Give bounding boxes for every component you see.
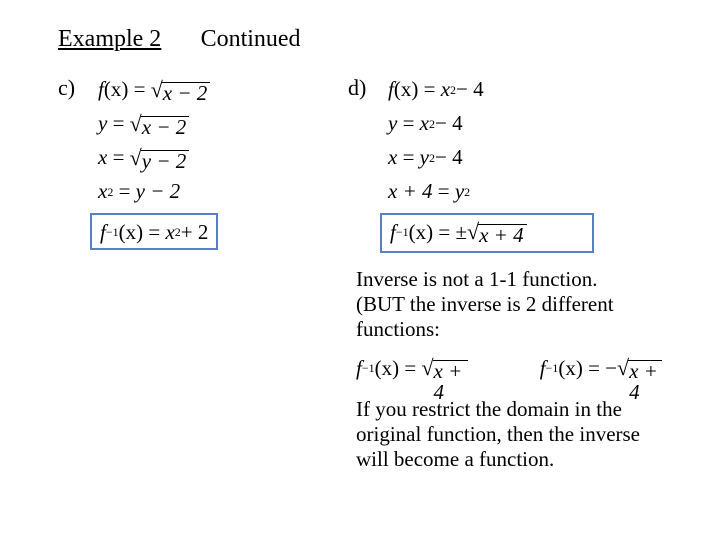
- c-line-1: f(x) = √x − 2: [98, 73, 338, 107]
- sqrt-icon: √x + 4: [421, 355, 467, 381]
- sqrt-icon: √x + 4: [617, 355, 662, 381]
- d-answer-box: f−1(x) = ± √x + 4: [380, 213, 594, 253]
- c-line-3: x = √y − 2: [98, 141, 338, 175]
- d-line-2: y = x2 − 4: [388, 107, 648, 141]
- slide: Example 2 Continued c) f(x) = √x − 2 y =…: [0, 0, 720, 472]
- d-line-4: x + 4 = y2: [388, 175, 648, 209]
- c-line-2: y = √x − 2: [98, 107, 338, 141]
- part-d-math: f(x) = x2 − 4 y = x2 − 4 x = y2 − 4 x + …: [388, 73, 648, 209]
- inverse-functions-row: f−1(x) = √x + 4 f−1(x) = − √x + 4: [356, 353, 662, 383]
- inverse-a: f−1(x) = √x + 4: [356, 353, 468, 383]
- sqrt-icon: √y − 2: [130, 137, 190, 179]
- note-1: Inverse is not a 1-1 function. (BUT the …: [356, 267, 632, 341]
- part-c-math: f(x) = √x − 2 y = √x − 2 x = √y − 2 x2 =…: [98, 73, 338, 209]
- example-label: Example 2: [58, 26, 161, 52]
- sqrt-icon: √x + 4: [467, 219, 527, 245]
- c-line-4: x2 = y − 2: [98, 175, 338, 209]
- inverse-b: f−1(x) = − √x + 4: [540, 353, 662, 383]
- part-d-label: d): [348, 75, 366, 101]
- part-d: d) f(x) = x2 − 4 y = x2 − 4 x = y2 − 4 x…: [348, 73, 648, 253]
- part-c: c) f(x) = √x − 2 y = √x − 2 x = √y − 2 x…: [58, 73, 338, 253]
- d-line-3: x = y2 − 4: [388, 141, 648, 175]
- continued-label: Continued: [201, 26, 301, 52]
- note-2: If you restrict the domain in the origin…: [356, 397, 642, 471]
- title-row: Example 2 Continued: [58, 26, 662, 53]
- d-line-1: f(x) = x2 − 4: [388, 73, 648, 107]
- part-c-label: c): [58, 75, 75, 101]
- columns: c) f(x) = √x − 2 y = √x − 2 x = √y − 2 x…: [58, 73, 662, 253]
- c-answer-box: f−1(x) = x2 + 2: [90, 213, 218, 250]
